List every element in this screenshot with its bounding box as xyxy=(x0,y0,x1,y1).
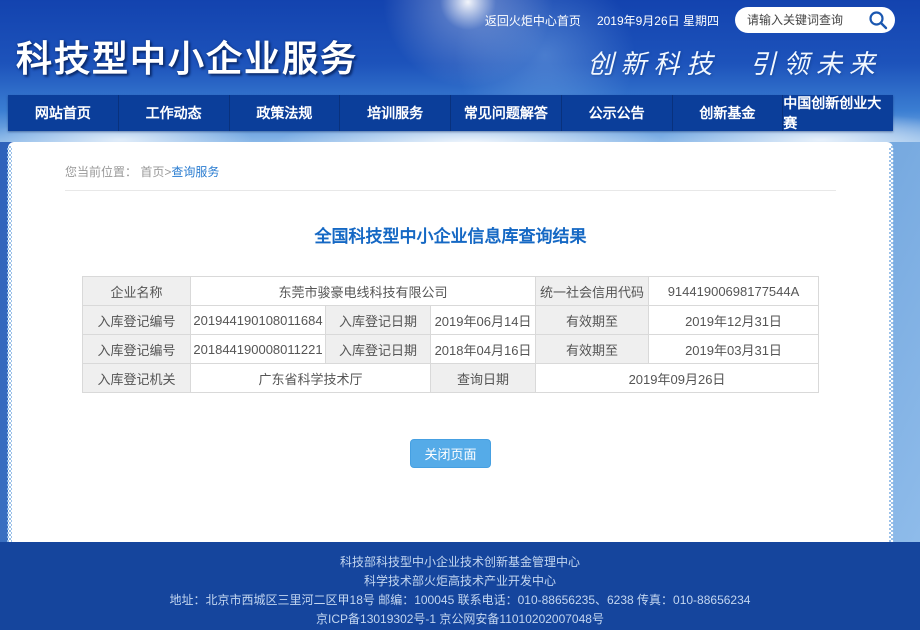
nav-item-4[interactable]: 常见问题解答 xyxy=(451,95,562,131)
nav-item-6[interactable]: 创新基金 xyxy=(673,95,784,131)
breadcrumb-prefix: 您当前位置： xyxy=(65,165,137,179)
table-value-cell: 2019年06月14日 xyxy=(431,306,536,335)
content-card: 您当前位置： 首页>查询服务 全国科技型中小企业信息库查询结果 企业名称东莞市骏… xyxy=(8,142,893,542)
breadcrumb-home-link[interactable]: 首页 xyxy=(140,165,164,179)
main-nav: 网站首页工作动态政策法规培训服务常见问题解答公示公告创新基金中国创新创业大赛 xyxy=(8,95,893,131)
close-page-button[interactable]: 关闭页面 xyxy=(410,439,490,468)
current-date: 2019年9月26日 星期四 xyxy=(597,12,719,29)
footer-line-0: 科技部科技型中小企业技术创新基金管理中心 xyxy=(0,553,920,572)
search-box xyxy=(735,7,895,33)
footer-line-1: 科学技术部火炬高技术产业开发中心 xyxy=(0,572,920,591)
footer-lines: 科技部科技型中小企业技术创新基金管理中心科学技术部火炬高技术产业开发中心地址：北… xyxy=(0,553,920,629)
table-label-cell: 入库登记日期 xyxy=(326,335,431,364)
footer-line-3: 京ICP备13019302号-1 京公网安备11010202007048号 xyxy=(0,610,920,629)
result-table-body: 企业名称东莞市骏豪电线科技有限公司统一社会信用代码914419006981775… xyxy=(83,277,819,393)
breadcrumb: 您当前位置： 首页>查询服务 xyxy=(8,142,893,180)
nav-item-7[interactable]: 中国创新创业大赛 xyxy=(783,95,893,131)
table-value-cell: 201844190008011221 xyxy=(191,335,326,364)
table-row: 入库登记编号201944190108011684入库登记日期2019年06月14… xyxy=(83,306,819,335)
topbar: 返回火炬中心首页 2019年9月26日 星期四 xyxy=(485,0,895,40)
table-value-cell: 201944190108011684 xyxy=(191,306,326,335)
nav-item-0[interactable]: 网站首页 xyxy=(8,95,119,131)
table-label-cell: 入库登记编号 xyxy=(83,335,191,364)
table-row: 入库登记编号201844190008011221入库登记日期2018年04月16… xyxy=(83,335,819,364)
table-value-cell: 2018年04月16日 xyxy=(431,335,536,364)
table-value-cell: 2019年09月26日 xyxy=(536,364,819,393)
nav-item-3[interactable]: 培训服务 xyxy=(340,95,451,131)
nav-item-5[interactable]: 公示公告 xyxy=(562,95,673,131)
table-label-cell: 企业名称 xyxy=(83,277,191,306)
table-value-cell: 东莞市骏豪电线科技有限公司 xyxy=(191,277,536,306)
result-table: 企业名称东莞市骏豪电线科技有限公司统一社会信用代码914419006981775… xyxy=(82,276,819,393)
search-icon[interactable] xyxy=(868,10,888,30)
breadcrumb-current-link[interactable]: 查询服务 xyxy=(171,165,219,179)
table-label-cell: 统一社会信用代码 xyxy=(536,277,649,306)
table-row: 入库登记机关广东省科学技术厅查询日期2019年09月26日 xyxy=(83,364,819,393)
table-label-cell: 入库登记机关 xyxy=(83,364,191,393)
page-title: 科技型中小企业服务 xyxy=(16,30,358,82)
breadcrumb-divider xyxy=(65,190,836,191)
site-header: 返回火炬中心首页 2019年9月26日 星期四 科技型中小企业服务 创新科技 引… xyxy=(0,0,920,142)
table-value-cell: 广东省科学技术厅 xyxy=(191,364,431,393)
query-result-title: 全国科技型中小企业信息库查询结果 xyxy=(8,222,893,247)
nav-item-2[interactable]: 政策法规 xyxy=(230,95,341,131)
site-footer: 科技部科技型中小企业技术创新基金管理中心科学技术部火炬高技术产业开发中心地址：北… xyxy=(0,542,920,630)
table-row: 企业名称东莞市骏豪电线科技有限公司统一社会信用代码914419006981775… xyxy=(83,277,819,306)
table-label-cell: 查询日期 xyxy=(431,364,536,393)
torch-home-link[interactable]: 返回火炬中心首页 xyxy=(485,12,581,29)
table-label-cell: 有效期至 xyxy=(536,306,649,335)
search-input[interactable] xyxy=(735,7,859,33)
site-slogan: 创新科技 引领未来 xyxy=(587,44,882,81)
table-value-cell: 2019年03月31日 xyxy=(649,335,819,364)
nav-item-1[interactable]: 工作动态 xyxy=(119,95,230,131)
table-label-cell: 入库登记日期 xyxy=(326,306,431,335)
table-value-cell: 2019年12月31日 xyxy=(649,306,819,335)
table-value-cell: 91441900698177544A xyxy=(649,277,819,306)
table-label-cell: 入库登记编号 xyxy=(83,306,191,335)
table-label-cell: 有效期至 xyxy=(536,335,649,364)
footer-line-2: 地址：北京市西城区三里河二区甲18号 邮编：100045 联系电话：010-88… xyxy=(0,591,920,610)
